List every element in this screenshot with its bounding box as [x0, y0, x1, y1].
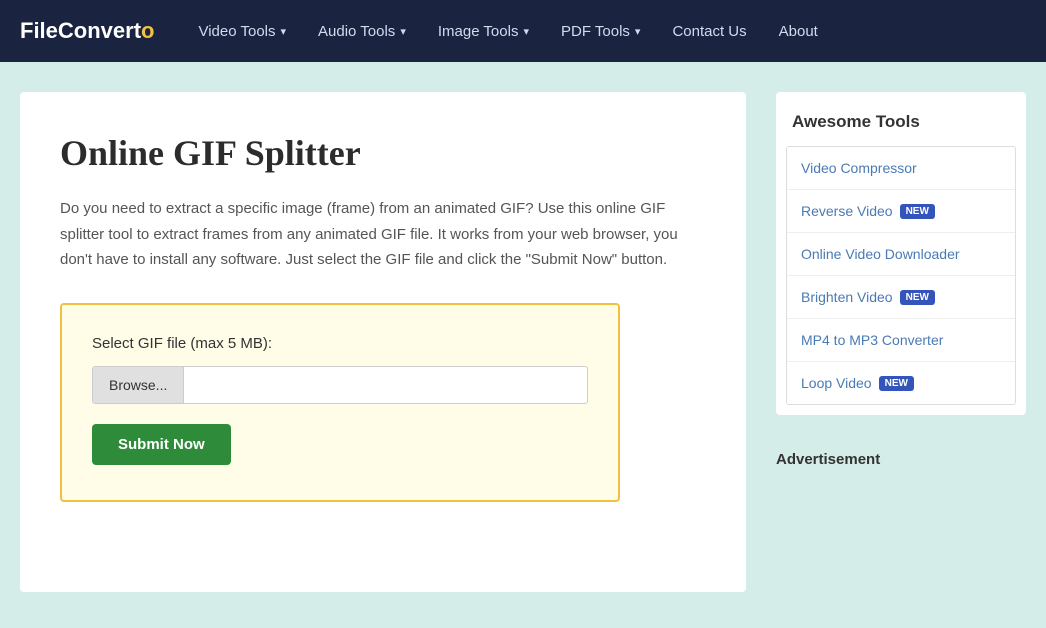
page-description: Do you need to extract a specific image … [60, 196, 706, 273]
badge-new: NEW [879, 376, 914, 391]
main-content: Online GIF Splitter Do you need to extra… [20, 92, 746, 592]
nav-video-tools[interactable]: Video Tools ▾ [184, 0, 300, 62]
nav-about[interactable]: About [765, 0, 832, 62]
sidebar: Awesome Tools Video Compressor Reverse V… [776, 92, 1026, 592]
tool-item-online-video-downloader[interactable]: Online Video Downloader [787, 233, 1015, 276]
page-title: Online GIF Splitter [60, 132, 706, 174]
navbar: FileConverto Video Tools ▾ Audio Tools ▾… [0, 0, 1046, 62]
tools-list: Video Compressor Reverse Video NEW Onlin… [786, 146, 1016, 405]
nav-audio-tools[interactable]: Audio Tools ▾ [304, 0, 420, 62]
nav-image-tools[interactable]: Image Tools ▾ [424, 0, 543, 62]
tool-item-loop-video[interactable]: Loop Video NEW [787, 362, 1015, 404]
advertisement-title: Advertisement [776, 435, 1026, 474]
submit-button[interactable]: Submit Now [92, 424, 231, 465]
logo: FileConverto [20, 18, 154, 44]
chevron-down-icon: ▾ [635, 25, 641, 38]
tool-item-mp4-to-mp3[interactable]: MP4 to MP3 Converter [787, 319, 1015, 362]
page-wrapper: Online GIF Splitter Do you need to extra… [0, 62, 1046, 622]
tool-item-reverse-video[interactable]: Reverse Video NEW [787, 190, 1015, 233]
file-input-row: Browse... [92, 366, 588, 404]
file-name-display [184, 375, 587, 395]
badge-new: NEW [900, 290, 935, 305]
upload-box: Select GIF file (max 5 MB): Browse... Su… [60, 303, 620, 502]
sidebar-awesome-tools-title: Awesome Tools [776, 112, 1026, 146]
logo-highlight: o [141, 18, 154, 43]
tool-item-video-compressor[interactable]: Video Compressor [787, 147, 1015, 190]
nav-items: Video Tools ▾ Audio Tools ▾ Image Tools … [184, 0, 1026, 62]
badge-new: NEW [900, 204, 935, 219]
upload-label: Select GIF file (max 5 MB): [92, 335, 588, 352]
nav-contact-us[interactable]: Contact Us [658, 0, 760, 62]
tool-item-brighten-video[interactable]: Brighten Video NEW [787, 276, 1015, 319]
chevron-down-icon: ▾ [281, 25, 287, 38]
sidebar-card: Awesome Tools Video Compressor Reverse V… [776, 92, 1026, 415]
chevron-down-icon: ▾ [523, 25, 529, 38]
nav-pdf-tools[interactable]: PDF Tools ▾ [547, 0, 654, 62]
chevron-down-icon: ▾ [400, 25, 406, 38]
browse-button[interactable]: Browse... [93, 367, 184, 403]
